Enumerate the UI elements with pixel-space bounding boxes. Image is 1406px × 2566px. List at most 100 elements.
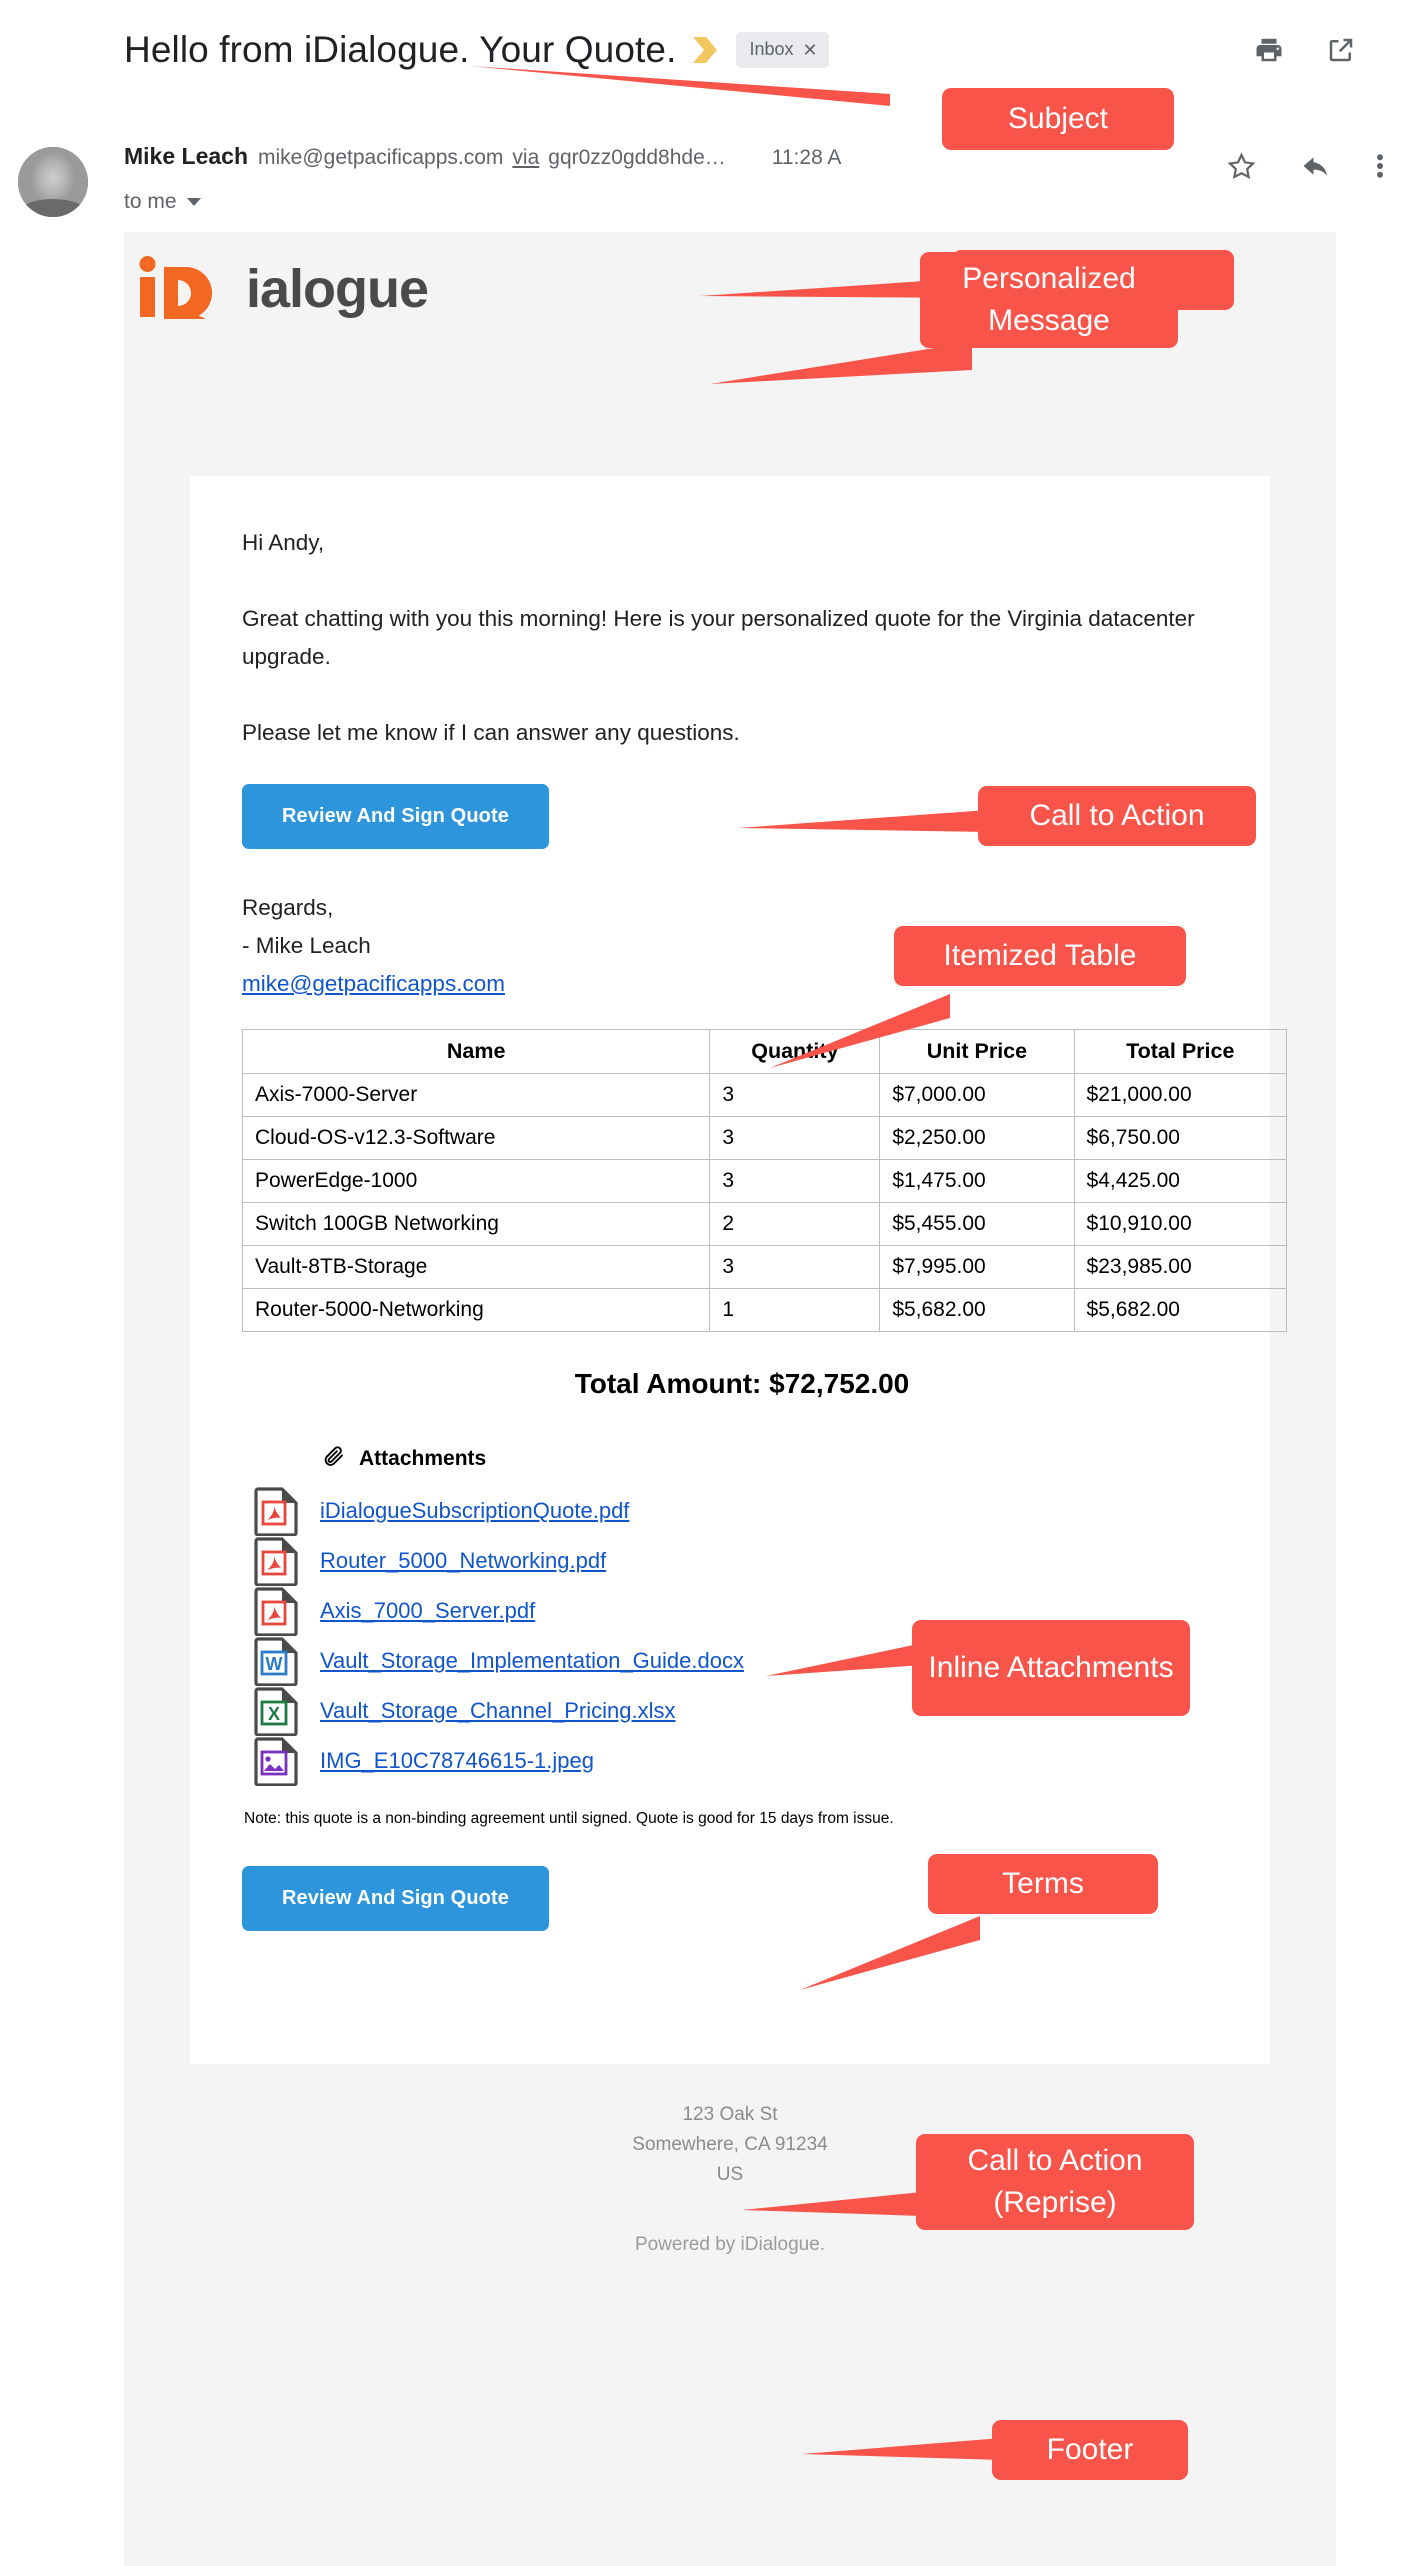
callout-tail-call-to-action — [738, 806, 988, 846]
avatar[interactable] — [18, 147, 88, 217]
mail-header-actions — [1254, 35, 1378, 65]
cell-name: Vault-8TB-Storage — [241, 1245, 711, 1289]
logo-wordmark: ialogue — [246, 259, 429, 319]
itemized-quote-table: Name Quantity Unit Price Total Price Axi… — [241, 1029, 1288, 1332]
svg-text:W: W — [266, 1654, 283, 1674]
print-icon[interactable] — [1254, 35, 1284, 65]
timestamp: 11:28 A — [771, 146, 842, 169]
callout-tail-call-to-action-reprise — [742, 2188, 922, 2228]
callout-itemized-table: Itemized Table — [894, 926, 1186, 986]
label-chip-text: Inbox — [749, 39, 794, 59]
cell-name: Switch 100GB Networking — [241, 1202, 711, 1246]
callout-subject: Subject — [942, 88, 1174, 150]
excel-file-icon: X — [242, 1686, 312, 1736]
cell-quantity: 3 — [709, 1159, 881, 1203]
letterhead: ialogue — [134, 244, 429, 334]
callout-terms: Terms — [928, 1854, 1158, 1914]
cell-total-price: $21,000.00 — [1073, 1073, 1288, 1117]
attachment-link[interactable]: Vault_Storage_Implementation_Guide.docx — [320, 1648, 744, 1674]
cell-quantity: 3 — [709, 1245, 881, 1289]
cell-total-price: $23,985.00 — [1073, 1245, 1288, 1289]
sender-identity: Mike Leach mike@getpacificapps.com via g… — [124, 143, 841, 170]
via-label: via — [512, 146, 540, 169]
cell-total-price: $4,425.00 — [1073, 1159, 1288, 1203]
callout-label: Footer — [1046, 2433, 1134, 2466]
total-amount-text: Total Amount: $72,752.00 — [574, 1368, 910, 1399]
attachment-link[interactable]: Vault_Storage_Channel_Pricing.xlsx — [320, 1698, 675, 1724]
cell-quantity: 3 — [709, 1116, 881, 1160]
table-header-row: Name Quantity Unit Price Total Price — [241, 1029, 1288, 1074]
chevron-down-icon[interactable] — [186, 198, 201, 206]
cell-quantity: 1 — [709, 1288, 881, 1332]
list-item[interactable]: IMG_E10C78746615-1.jpeg — [242, 1736, 1218, 1786]
table-body: Axis-7000-Server 3 $7,000.00 $21,000.00 … — [241, 1073, 1288, 1332]
table-header-name: Name — [241, 1029, 711, 1074]
pdf-file-icon — [242, 1586, 312, 1636]
via-host: gqr0zz0gdd8hde… — [548, 146, 726, 169]
more-options-icon[interactable] — [1376, 151, 1384, 186]
cell-quantity: 3 — [709, 1073, 881, 1117]
cell-unit-price: $1,475.00 — [879, 1159, 1075, 1203]
attachments-heading-label: Attachments — [359, 1447, 487, 1470]
body-paragraph-2: Please let me know if I can answer any q… — [242, 720, 740, 745]
svg-text:X: X — [268, 1704, 280, 1724]
cell-name: Cloud-OS-v12.3-Software — [241, 1116, 711, 1160]
open-in-new-window-icon[interactable] — [1326, 35, 1356, 65]
review-and-sign-quote-button-primary[interactable]: Review And Sign Quote — [242, 784, 549, 849]
table-header-total-price: Total Price — [1073, 1029, 1288, 1074]
callout-call-to-action: Call to Action — [978, 786, 1256, 846]
footer-powered-by: Powered by iDialogue. — [634, 2234, 826, 2255]
cell-unit-price: $2,250.00 — [879, 1116, 1075, 1160]
pdf-file-icon — [242, 1536, 312, 1586]
cell-quantity: 2 — [709, 1202, 881, 1246]
cell-unit-price: $7,000.00 — [879, 1073, 1075, 1117]
sender-email: mike@getpacificapps.com — [258, 146, 504, 169]
image-file-icon — [242, 1736, 312, 1786]
recipient-label: to me — [124, 190, 177, 213]
recipient-line[interactable]: to me — [124, 190, 201, 214]
attachment-link[interactable]: iDialogueSubscriptionQuote.pdf — [320, 1498, 629, 1524]
table-row: Router-5000-Networking 1 $5,682.00 $5,68… — [241, 1288, 1288, 1332]
callout-label: Itemized Table — [943, 939, 1137, 972]
callout-personalized-message: Personalized Message — [920, 252, 1178, 348]
cell-total-price: $6,750.00 — [1073, 1116, 1288, 1160]
list-item[interactable]: Router_5000_Networking.pdf — [242, 1536, 1218, 1586]
cell-name: Router-5000-Networking — [241, 1288, 711, 1332]
mail-row-actions — [1227, 151, 1384, 186]
attachments-heading: Attachments — [322, 1444, 1218, 1474]
email-message-card: Hi Andy, Great chatting with you this mo… — [190, 476, 1288, 2064]
terms-note: Note: this quote is a non-binding agreem… — [244, 1810, 894, 1827]
reply-icon[interactable] — [1301, 151, 1331, 186]
signature-email-link[interactable]: mike@getpacificapps.com — [242, 971, 505, 996]
cell-unit-price: $7,995.00 — [879, 1245, 1075, 1289]
callout-tail-footer — [802, 2432, 1002, 2472]
cell-unit-price: $5,682.00 — [879, 1288, 1075, 1332]
attachment-link[interactable]: IMG_E10C78746615-1.jpeg — [320, 1748, 594, 1774]
callout-label: Terms — [1002, 1867, 1084, 1900]
attachment-link[interactable]: Router_5000_Networking.pdf — [320, 1548, 606, 1574]
review-and-sign-quote-button-secondary[interactable]: Review And Sign Quote — [242, 1866, 549, 1931]
close-icon[interactable]: ✕ — [803, 41, 818, 59]
greeting-text: Hi Andy, — [242, 530, 325, 555]
callout-label: Personalized Message — [962, 262, 1136, 337]
attachment-link[interactable]: Axis_7000_Server.pdf — [320, 1598, 535, 1624]
cell-unit-price: $5,455.00 — [879, 1202, 1075, 1246]
callout-label: Subject — [1007, 102, 1109, 135]
body-paragraph-1: Great chatting with you this morning! He… — [242, 606, 1195, 669]
word-file-icon: W — [242, 1636, 312, 1686]
callout-tail-terms — [800, 1912, 980, 1992]
star-icon[interactable] — [1227, 151, 1256, 186]
mail-sender-row: Mike Leach mike@getpacificapps.com via g… — [0, 105, 1406, 217]
regards-text: Regards, — [242, 895, 334, 920]
table-row: Switch 100GB Networking 2 $5,455.00 $10,… — [241, 1202, 1288, 1246]
idialogue-logo: ialogue — [134, 253, 429, 325]
callout-call-to-action-reprise: Call to Action (Reprise) — [916, 2134, 1194, 2230]
footer-address-line-1: 123 Oak St — [682, 2104, 778, 2125]
sender-name: Mike Leach — [124, 143, 248, 169]
table-row: Cloud-OS-v12.3-Software 3 $2,250.00 $6,7… — [241, 1116, 1288, 1160]
cell-total-price: $5,682.00 — [1073, 1288, 1288, 1332]
list-item[interactable]: iDialogueSubscriptionQuote.pdf — [242, 1486, 1218, 1536]
callout-tail-subject — [470, 58, 890, 108]
cell-name: Axis-7000-Server — [241, 1073, 711, 1117]
logo-mark-icon — [139, 256, 212, 319]
